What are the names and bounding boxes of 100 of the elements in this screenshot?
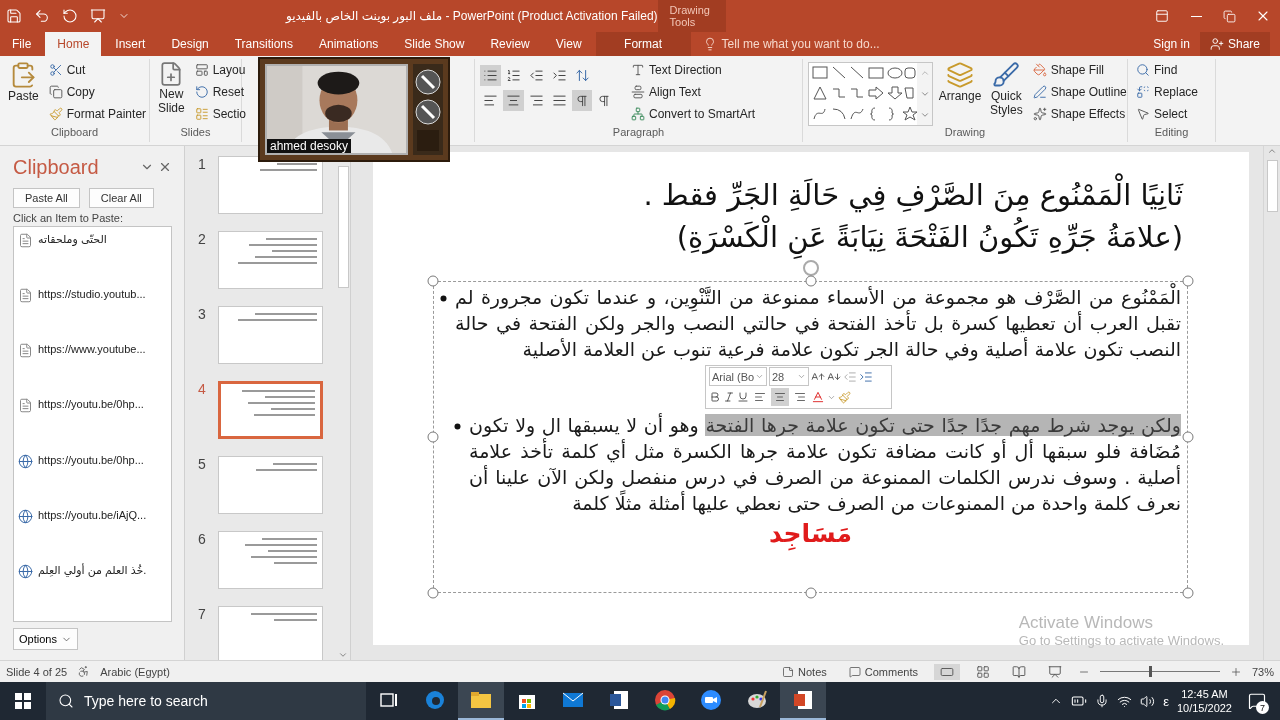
text-direction-button[interactable]: Text Direction (628, 59, 759, 80)
slide-title: ثَانِيًا الْمَمْنُوع مِنَ الصَّرْفِ فِي حَالَةِ الجَرِّ فقط . (373, 174, 1183, 216)
slide-counter: Slide 4 of 25 (6, 665, 68, 678)
slide-thumbnail[interactable] (218, 381, 323, 439)
resize-handle[interactable] (805, 275, 816, 287)
ribbon-tab[interactable]: Home (45, 32, 102, 56)
clipboard-item[interactable]: الحتّى وملحقاته (18, 231, 167, 287)
sign-in-link[interactable]: Sign in (1143, 32, 1200, 56)
ribbon-tab[interactable]: Animations (307, 32, 391, 56)
format-painter-button[interactable]: Format Painter (45, 103, 150, 124)
windows-logo-icon (15, 693, 31, 709)
font-name-dropdown[interactable]: Arial (Bo (709, 367, 767, 386)
taskbar-search-field[interactable]: Type here to search (46, 682, 366, 720)
new-slide-button[interactable]: New Slide (155, 59, 188, 126)
notifications-button[interactable]: 7 (1240, 682, 1274, 720)
clear-all-button[interactable]: Clear All (88, 188, 154, 208)
rotate-handle[interactable] (802, 260, 819, 276)
tell-me-search[interactable]: Tell me what you want to do... (696, 32, 886, 56)
file-tab[interactable]: File (0, 32, 44, 56)
ribbon-tab[interactable]: View (543, 32, 594, 56)
reset-button[interactable]: Reset (191, 81, 250, 102)
arrange-button[interactable]: Arrange (937, 59, 983, 126)
battery-icon (1071, 693, 1088, 709)
search-icon (1136, 62, 1150, 77)
caret-icon (755, 372, 764, 381)
bold-icon (709, 391, 721, 403)
ribbon-tab[interactable]: Transitions (222, 32, 305, 56)
clipboard-item[interactable]: خُذ العلم من أولي العِلم. (18, 561, 167, 617)
slide-thumbnail[interactable] (218, 456, 323, 514)
shape-fill-button[interactable]: Shape Fill (1029, 59, 1130, 80)
layout-button[interactable]: Layou (191, 59, 250, 80)
comments-button[interactable]: Comments (842, 664, 924, 679)
smartart-button[interactable]: Convert to SmartArt (628, 103, 759, 124)
resize-handle[interactable] (427, 431, 439, 443)
slide-thumbnail[interactable] (218, 306, 323, 364)
clipboard-item[interactable]: https://studio.youtub... (18, 286, 167, 342)
slide-thumbnail[interactable] (218, 531, 323, 589)
slide-thumbnail[interactable] (218, 606, 323, 660)
paste-all-button[interactable]: Paste All (13, 188, 80, 208)
clipboard-item[interactable]: https://www.youtube... (18, 341, 167, 397)
comment-icon (848, 665, 861, 678)
taskbar-app-button[interactable] (458, 682, 504, 720)
shape-effects-button[interactable]: Shape Effects (1029, 103, 1130, 124)
clipboard-item[interactable]: https://youtu.be/0hp... (18, 396, 167, 452)
slide-number: 3 (198, 306, 207, 324)
options-button[interactable]: Options (13, 628, 78, 650)
shape-gallery[interactable] (809, 63, 917, 123)
resize-handle[interactable] (427, 587, 439, 599)
shape-outline-button[interactable]: Shape Outline (1029, 81, 1130, 102)
align-button[interactable] (771, 388, 789, 406)
normal-view-button[interactable] (933, 663, 960, 680)
section-button[interactable]: Sectio (191, 103, 250, 124)
ribbon-tab[interactable]: Format (595, 32, 691, 56)
quick-styles-button[interactable]: Quick Styles (987, 59, 1026, 126)
font-size-dropdown[interactable]: 28 (769, 367, 809, 386)
cut-button[interactable]: Cut (45, 59, 150, 80)
resize-handle[interactable] (805, 587, 816, 599)
ribbon-tab[interactable]: Design (159, 32, 221, 56)
palette-icon (746, 689, 768, 711)
clipboard-item[interactable]: https://youtu.be/0hp... (18, 451, 167, 507)
paste-button[interactable]: Paste (5, 59, 42, 126)
replace-button[interactable]: Replace (1133, 81, 1202, 102)
pointer-icon (1136, 106, 1150, 121)
pane-title: Clipboard (13, 155, 100, 179)
resize-handle[interactable] (1182, 275, 1194, 287)
slide-thumbnail[interactable] (218, 231, 323, 289)
input-language[interactable]: ε (1163, 693, 1169, 709)
slide-thumbnail[interactable] (218, 156, 323, 214)
align-text-button[interactable]: Align Text (628, 81, 759, 102)
document-icon (18, 398, 33, 414)
ribbon-tab[interactable]: Slide Show (392, 32, 477, 56)
clipboard-item[interactable]: https://youtu.be/iAjQ... (18, 506, 167, 562)
copy-icon (48, 84, 63, 99)
text-direction-toggle[interactable] (572, 90, 592, 111)
share-button[interactable]: Share (1199, 32, 1270, 56)
taskbar-app-button[interactable] (780, 682, 826, 720)
copy-button[interactable]: Copy (45, 81, 150, 102)
notes-icon (782, 665, 795, 678)
resize-handle[interactable] (427, 275, 439, 287)
notes-button[interactable]: Notes (776, 664, 833, 679)
select-button[interactable]: Select (1133, 103, 1202, 124)
group-label: Clipboard (49, 126, 100, 140)
align-icon (794, 391, 806, 403)
folder-icon (470, 691, 492, 709)
line-spacing-icon (575, 68, 590, 83)
activation-message: Go to Settings to activate Windows. (1018, 633, 1224, 648)
section-icon (194, 106, 209, 121)
paintbrush-icon (48, 106, 63, 121)
pane-hint: Click an Item to Paste: (13, 212, 125, 224)
ribbon-tab[interactable]: Insert (103, 32, 158, 56)
find-button[interactable]: Find (1133, 59, 1202, 80)
close-icon[interactable] (158, 160, 172, 174)
resize-handle[interactable] (1182, 587, 1194, 599)
zoom-slider-thumb[interactable] (1149, 666, 1153, 677)
quick-styles-icon (992, 61, 1021, 89)
scrollbar-thumb[interactable] (1266, 160, 1278, 212)
scrollbar-thumb[interactable] (337, 166, 349, 288)
text-box[interactable] (433, 281, 1188, 593)
resize-handle[interactable] (1182, 431, 1194, 443)
ribbon-tab[interactable]: Review (478, 32, 542, 56)
